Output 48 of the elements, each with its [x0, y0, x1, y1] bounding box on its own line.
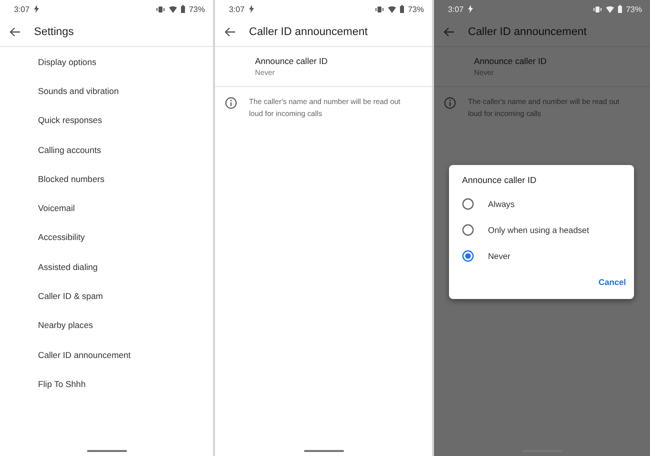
screen-title: Caller ID announcement — [249, 26, 368, 38]
radio-option[interactable]: Never — [462, 243, 510, 269]
dialog-title: Announce caller ID — [462, 175, 538, 185]
cancel-button[interactable]: Cancel — [598, 273, 626, 291]
radio-button[interactable] — [462, 198, 474, 210]
info-icon — [444, 97, 456, 109]
battery-percent: 73% — [188, 4, 205, 14]
setting-label: Announce caller ID — [474, 56, 548, 66]
settings-item[interactable]: Quick responses — [0, 106, 213, 135]
settings-item[interactable]: Calling accounts — [0, 134, 213, 164]
settings-item[interactable]: Nearby places — [0, 310, 213, 340]
wifi-icon — [168, 6, 177, 12]
vibrate-icon — [156, 6, 165, 12]
bolt-icon — [248, 5, 254, 13]
vibrate-icon — [374, 6, 384, 12]
radio-button[interactable] — [462, 250, 474, 262]
battery-icon — [618, 5, 622, 13]
status-time: 3:07 — [448, 4, 464, 14]
bolt-icon — [468, 5, 473, 13]
wifi-icon — [388, 6, 396, 12]
settings-item[interactable]: Accessibility — [0, 222, 213, 252]
settings-item[interactable]: Display options — [0, 47, 213, 76]
battery-icon — [400, 5, 404, 13]
setting-label: Announce caller ID — [255, 56, 329, 66]
info-icon — [225, 97, 237, 109]
back-arrow-icon[interactable] — [443, 27, 455, 37]
status-time: 3:07 — [229, 4, 245, 14]
back-arrow-icon[interactable] — [224, 27, 236, 37]
settings-item[interactable]: Voicemail — [0, 193, 213, 223]
vibrate-icon — [592, 6, 602, 12]
screen-title: Caller ID announcement — [468, 26, 587, 38]
wifi-icon — [606, 6, 614, 12]
battery-percent: 73% — [408, 4, 424, 14]
radio-button[interactable] — [462, 224, 474, 236]
settings-item[interactable]: Caller ID & spam — [0, 281, 213, 311]
radio-option[interactable]: Only when using a headset — [462, 217, 590, 243]
battery-percent: 73% — [626, 4, 642, 14]
settings-item[interactable]: Flip To Shhh — [0, 369, 213, 399]
settings-item[interactable]: Caller ID announcement — [0, 340, 213, 370]
settings-item[interactable]: Blocked numbers — [0, 164, 213, 194]
screen-title: Settings — [34, 26, 74, 38]
settings-item[interactable]: Assisted dialing — [0, 252, 213, 282]
settings-item[interactable]: Sounds and vibration — [0, 76, 213, 106]
bolt-icon — [34, 5, 39, 13]
back-arrow-icon[interactable] — [9, 27, 21, 37]
radio-option[interactable]: Always — [462, 191, 515, 217]
battery-icon — [180, 5, 185, 13]
status-time: 3:07 — [14, 4, 30, 14]
